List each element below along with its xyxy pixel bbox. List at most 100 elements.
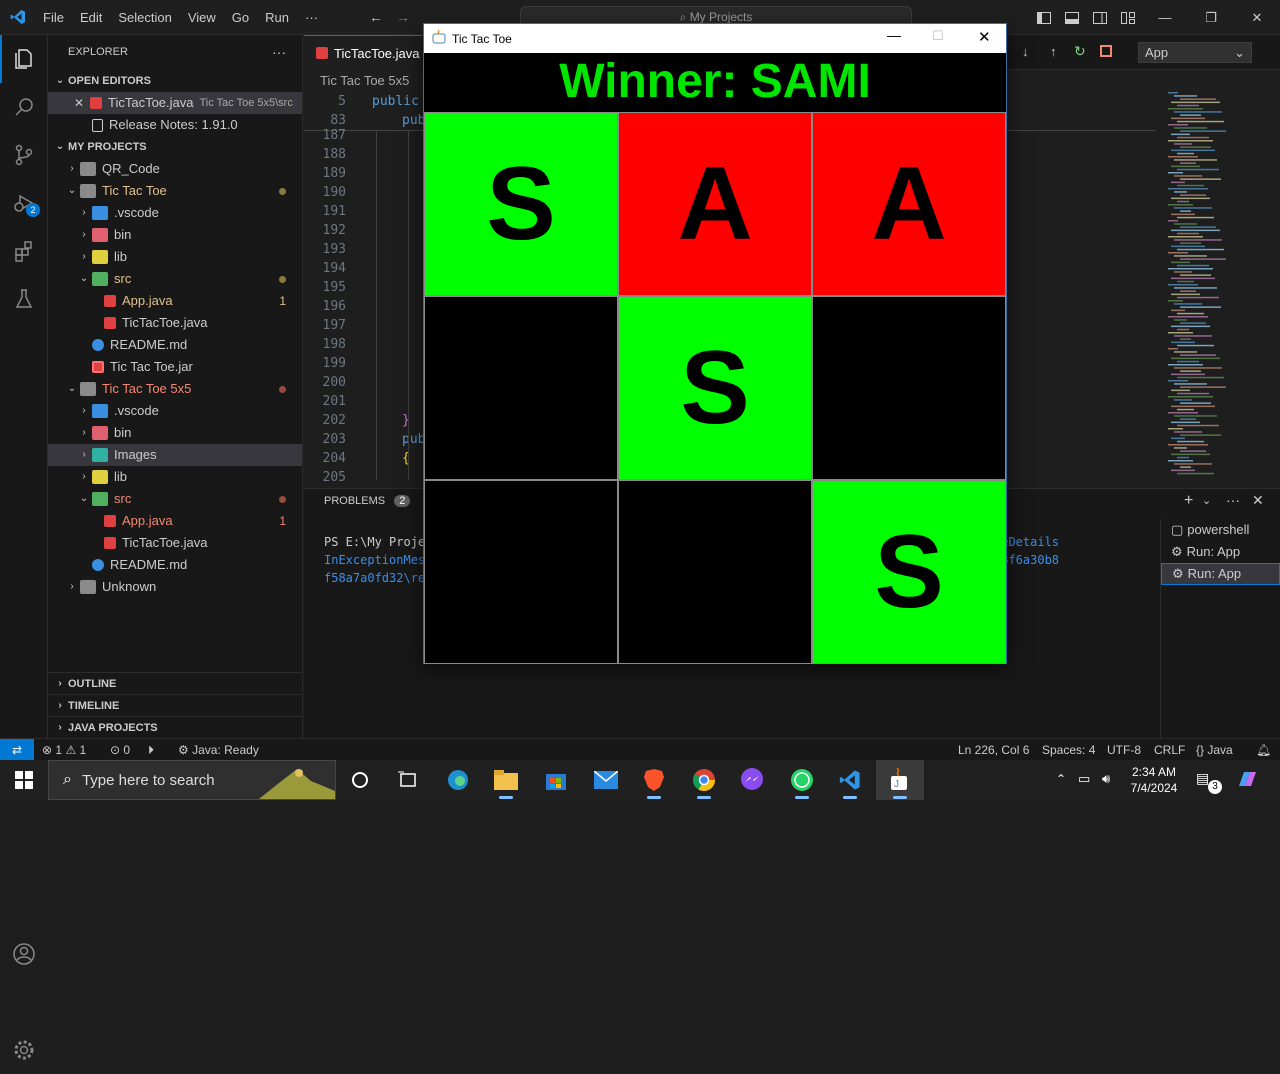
windows-start-icon[interactable] bbox=[0, 760, 48, 800]
terminal-item-2[interactable]: ⚙ Run: App bbox=[1161, 541, 1280, 563]
close-editor-icon[interactable]: ✕ bbox=[74, 92, 90, 114]
extensions-icon[interactable] bbox=[0, 227, 48, 275]
copilot-icon[interactable] bbox=[1236, 768, 1258, 793]
tree-item-lib[interactable]: › lib bbox=[48, 466, 302, 488]
back-arrow-icon[interactable]: ← bbox=[369, 9, 383, 25]
tree-item-readme-md[interactable]: README.md bbox=[48, 554, 302, 576]
tree-item-unknown[interactable]: › Unknown bbox=[48, 576, 302, 598]
restart-icon[interactable]: ↻ bbox=[1074, 43, 1086, 60]
tree-item-bin[interactable]: › bin bbox=[48, 224, 302, 246]
cortana-icon[interactable] bbox=[336, 760, 384, 800]
board-cell-3-3[interactable]: S bbox=[812, 480, 1006, 664]
toggle-panel-icon[interactable] bbox=[1058, 0, 1086, 35]
tree-item-app-java[interactable]: App.java 1 bbox=[48, 290, 302, 312]
maximize-icon[interactable]: ☐ bbox=[932, 28, 944, 44]
accounts-icon[interactable] bbox=[0, 930, 48, 978]
messenger-icon[interactable] bbox=[728, 760, 776, 800]
whatsapp-icon[interactable] bbox=[778, 760, 826, 800]
more-actions-icon[interactable]: ··· bbox=[1226, 492, 1240, 508]
tree-item-lib[interactable]: › lib bbox=[48, 246, 302, 268]
search-icon[interactable] bbox=[0, 83, 48, 131]
tree-item-images[interactable]: › Images bbox=[48, 444, 302, 466]
encoding[interactable]: UTF-8 bbox=[1107, 739, 1141, 761]
close-icon[interactable]: ✕ bbox=[1234, 0, 1280, 35]
terminal-item-1[interactable]: ▢ powershell bbox=[1161, 519, 1280, 541]
testing-icon[interactable] bbox=[0, 275, 48, 323]
board-cell-1-2[interactable]: A bbox=[618, 112, 812, 296]
tree-item-src[interactable]: ⌄ src bbox=[48, 488, 302, 510]
step-into-icon[interactable]: ↓ bbox=[1022, 44, 1029, 59]
forward-arrow-icon[interactable]: → bbox=[396, 9, 410, 25]
explorer-icon[interactable] bbox=[0, 35, 48, 83]
tab-problems[interactable]: PROBLEMS 2 bbox=[324, 495, 411, 507]
language-mode[interactable]: {} Java bbox=[1196, 739, 1233, 761]
line-ending[interactable]: CRLF bbox=[1154, 739, 1185, 761]
vscode-taskbar-icon[interactable] bbox=[826, 760, 874, 800]
menu-more[interactable]: ··· bbox=[297, 0, 326, 35]
file-explorer-icon[interactable] bbox=[482, 760, 530, 800]
tree-item-tictactoe-java[interactable]: TicTacToe.java bbox=[48, 532, 302, 554]
brave-icon[interactable] bbox=[630, 760, 678, 800]
board-cell-2-2[interactable]: S bbox=[618, 296, 812, 480]
tree-item-qr-code[interactable]: › QR_Code bbox=[48, 158, 302, 180]
board-cell-1-3[interactable]: A bbox=[812, 112, 1006, 296]
customize-layout-icon[interactable] bbox=[1114, 0, 1142, 35]
restore-icon[interactable]: ❐ bbox=[1188, 0, 1234, 35]
board-cell-3-1[interactable] bbox=[424, 480, 618, 664]
tree-item-vscode[interactable]: › .vscode bbox=[48, 202, 302, 224]
tree-item-bin[interactable]: › bin bbox=[48, 422, 302, 444]
java-app-icon[interactable]: J bbox=[876, 760, 924, 800]
menu-view[interactable]: View bbox=[180, 0, 224, 35]
taskbar-search[interactable]: ⌕ Type here to search bbox=[48, 760, 336, 800]
edge-icon[interactable] bbox=[434, 760, 482, 800]
outline-header[interactable]: › OUTLINE bbox=[48, 673, 302, 695]
debug-status-icon[interactable]: ⏵ bbox=[148, 739, 154, 761]
run-debug-icon[interactable]: 2 bbox=[0, 179, 48, 227]
tree-item-readme-md[interactable]: README.md bbox=[48, 334, 302, 356]
menu-edit[interactable]: Edit bbox=[72, 0, 110, 35]
cursor-position[interactable]: Ln 226, Col 6 bbox=[958, 739, 1029, 761]
run-config-select[interactable]: App ⌄ bbox=[1138, 42, 1252, 63]
board-cell-2-3[interactable] bbox=[812, 296, 1006, 480]
new-terminal-icon[interactable]: + bbox=[1184, 492, 1193, 510]
menu-go[interactable]: Go bbox=[224, 0, 257, 35]
more-actions-icon[interactable]: ··· bbox=[272, 35, 286, 70]
chevron-down-icon[interactable]: ⌄ bbox=[1202, 494, 1211, 507]
manage-gear-icon[interactable] bbox=[0, 1026, 48, 1074]
menu-selection[interactable]: Selection bbox=[110, 0, 179, 35]
task-view-icon[interactable] bbox=[384, 760, 432, 800]
board-cell-3-2[interactable] bbox=[618, 480, 812, 664]
open-editors-header[interactable]: ⌄ OPEN EDITORS bbox=[48, 70, 302, 92]
toggle-sidebar-icon[interactable] bbox=[1030, 0, 1058, 35]
board-cell-1-1[interactable]: S bbox=[424, 112, 618, 296]
menu-run[interactable]: Run bbox=[257, 0, 297, 35]
store-icon[interactable] bbox=[532, 760, 580, 800]
my-projects-header[interactable]: ⌄ MY PROJECTS bbox=[48, 136, 302, 158]
tree-item-tic-tac-toe-jar[interactable]: Tic Tac Toe.jar bbox=[48, 356, 302, 378]
tree-item-tic-tac-toe[interactable]: ⌄ Tic Tac Toe bbox=[48, 180, 302, 202]
close-panel-icon[interactable]: ✕ bbox=[1252, 492, 1264, 509]
volume-icon[interactable]: 🔊︎ bbox=[1102, 771, 1110, 787]
tab-tictactoe-java[interactable]: TicTacToe.java bbox=[304, 35, 422, 70]
close-icon[interactable]: ✕ bbox=[978, 28, 991, 46]
java-status[interactable]: ⚙ Java: Ready bbox=[178, 739, 259, 761]
chrome-icon[interactable] bbox=[680, 760, 728, 800]
remote-icon[interactable]: ⇄ bbox=[0, 739, 34, 761]
board-cell-2-1[interactable] bbox=[424, 296, 618, 480]
indentation[interactable]: Spaces: 4 bbox=[1042, 739, 1095, 761]
minimize-icon[interactable]: — bbox=[887, 27, 901, 43]
menu-file[interactable]: File bbox=[35, 0, 72, 35]
tree-item-app-java[interactable]: App.java 1 bbox=[48, 510, 302, 532]
toggle-secondary-sidebar-icon[interactable] bbox=[1086, 0, 1114, 35]
minimap[interactable] bbox=[1164, 92, 1268, 482]
tree-item-src[interactable]: ⌄ src bbox=[48, 268, 302, 290]
clock[interactable]: 2:34 AM 7/4/2024 bbox=[1124, 764, 1184, 796]
minimize-icon[interactable]: — bbox=[1142, 0, 1188, 35]
timeline-header[interactable]: › TIMELINE bbox=[48, 695, 302, 717]
chevron-up-icon[interactable]: ⌃ bbox=[1056, 772, 1066, 786]
terminal-item-3[interactable]: ⚙ Run: App bbox=[1161, 563, 1280, 585]
tree-item-tictactoe-java[interactable]: TicTacToe.java bbox=[48, 312, 302, 334]
problems-status[interactable]: ⊗ 1 ⚠ 1 bbox=[42, 739, 86, 761]
notifications-icon[interactable]: 🔔︎ bbox=[1256, 739, 1271, 761]
mail-icon[interactable] bbox=[582, 760, 630, 800]
